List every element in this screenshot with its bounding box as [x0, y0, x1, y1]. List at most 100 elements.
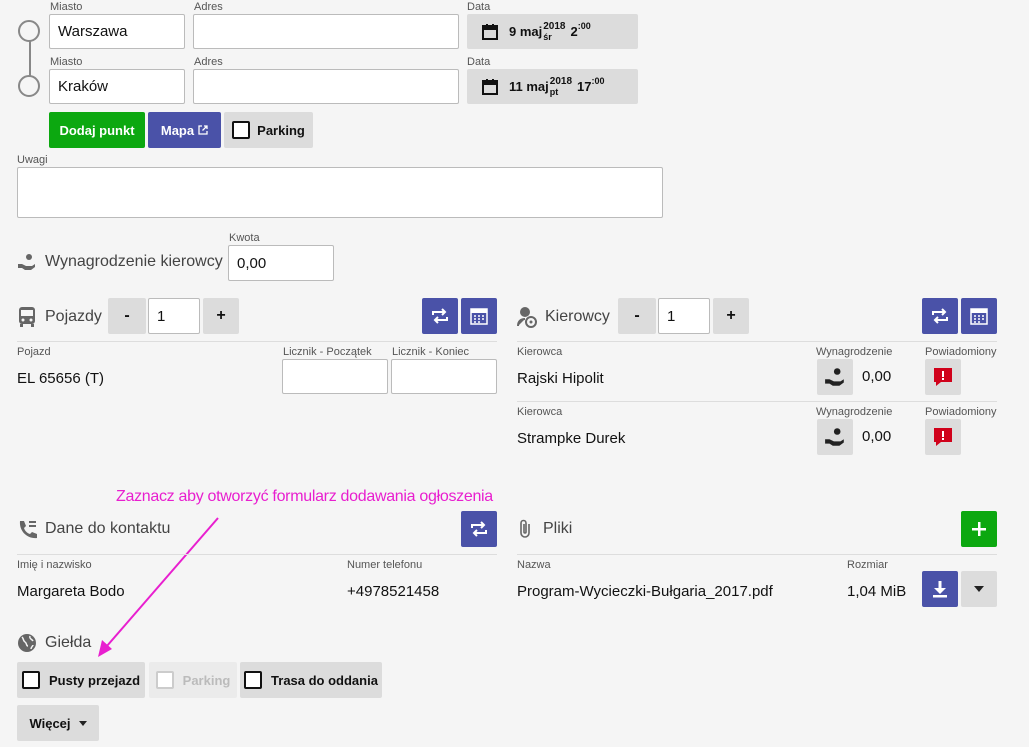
file-dropdown-button[interactable]	[961, 571, 997, 607]
exchange-parking-checkbox	[155, 671, 174, 689]
pay-column-header: Wynagrodzenie	[816, 346, 893, 358]
calendar-grid-icon	[470, 308, 488, 325]
name-column-header: Imię i nazwisko	[17, 559, 92, 571]
drivers-plus-button[interactable]: +	[713, 298, 749, 334]
contact-name: Margareta Bodo	[17, 583, 125, 600]
add-file-button[interactable]	[961, 511, 997, 547]
date-day: 9 maj	[509, 24, 543, 39]
swap-icon	[932, 308, 948, 324]
date-minutes: :00	[591, 75, 605, 86]
phone-column-header: Numer telefonu	[347, 559, 423, 571]
driver-name: Rajski Hipolit	[517, 370, 604, 387]
vehicles-count-input[interactable]: 1	[148, 298, 200, 334]
address-input[interactable]	[193, 69, 459, 104]
vehicle-column-header: Pojazd	[17, 346, 51, 358]
date-hour: 17	[577, 79, 592, 94]
address-input[interactable]	[193, 14, 459, 49]
calendar-icon	[482, 23, 498, 40]
return-route-toggle[interactable]: Trasa do oddania	[240, 662, 382, 698]
phone-list-icon	[19, 521, 37, 539]
route-point-marker	[18, 20, 40, 42]
date-day: 11 maj	[509, 79, 549, 94]
date-picker[interactable]: 11 maj 2018 pt 17:00	[467, 69, 638, 104]
route-timeline	[17, 18, 43, 102]
map-button[interactable]: Mapa	[148, 112, 221, 148]
date-picker[interactable]: 9 maj 2018 śr 2:00	[467, 14, 638, 49]
contact-phone: +4978521458	[347, 583, 440, 600]
map-label: Mapa	[160, 122, 195, 138]
file-name-header: Nazwa	[517, 559, 551, 571]
return-route-checkbox[interactable]	[244, 671, 263, 689]
empty-run-checkbox[interactable]	[21, 671, 40, 689]
caret-down-icon	[78, 720, 87, 726]
drivers-calendar-button[interactable]	[961, 298, 997, 334]
date-year: 2018	[549, 75, 573, 87]
vehicles-plus-button[interactable]: +	[203, 298, 239, 334]
driver-column-header: Kierowca	[517, 346, 563, 358]
files-label: Pliki	[543, 520, 573, 537]
vehicles-swap-button[interactable]	[422, 298, 458, 334]
files-title: Pliki	[517, 519, 572, 539]
drivers-minus-button[interactable]: -	[618, 298, 656, 334]
date-label: Data	[467, 1, 491, 13]
counter-end-header: Licznik - Koniec	[392, 346, 470, 358]
globe-icon	[18, 634, 36, 652]
driver-pay-button[interactable]	[817, 419, 853, 455]
notes-label: Uwagi	[17, 154, 48, 166]
date-weekday: śr	[543, 31, 552, 42]
hand-coin-icon	[825, 368, 844, 386]
contact-title: Dane do kontaktu	[17, 519, 170, 539]
contact-swap-button[interactable]	[461, 511, 497, 547]
file-size: 1,04 MiB	[847, 583, 907, 600]
parking-toggle[interactable]: Parking	[224, 112, 313, 148]
vehicles-calendar-button[interactable]	[461, 298, 497, 334]
notify-driver-button[interactable]	[925, 359, 961, 395]
city-input[interactable]: Warszawa	[49, 14, 185, 49]
parking-checkbox[interactable]	[232, 121, 251, 139]
exchange-parking-label: Parking	[182, 672, 231, 688]
driver-icon	[517, 307, 537, 328]
return-route-label: Trasa do oddania	[271, 672, 378, 688]
driver-pay-value: 0,00	[862, 368, 892, 385]
amount-input[interactable]: 0,00	[228, 245, 334, 281]
notes-textarea[interactable]	[17, 167, 663, 218]
more-dropdown-button[interactable]: Więcej	[17, 705, 99, 741]
paperclip-icon	[520, 519, 530, 538]
external-link-icon	[198, 125, 208, 135]
empty-run-label: Pusty przejazd	[48, 672, 141, 688]
hand-coin-icon	[825, 428, 844, 446]
empty-run-toggle[interactable]: Pusty przejazd	[17, 662, 145, 698]
counter-start-input[interactable]	[282, 359, 388, 394]
hand-coin-icon	[18, 254, 35, 270]
amount-label: Kwota	[229, 232, 260, 244]
city-label: Miasto	[50, 1, 83, 13]
exchange-parking-toggle: Parking	[149, 662, 237, 698]
caret-down-icon	[974, 586, 984, 592]
driver-pay-button[interactable]	[817, 359, 853, 395]
download-file-button[interactable]	[922, 571, 958, 607]
counter-end-input[interactable]	[391, 359, 497, 394]
contact-label: Dane do kontaktu	[45, 520, 171, 537]
driver-pay-label: Wynagrodzenie kierowcy	[45, 253, 223, 270]
notify-driver-button[interactable]	[925, 419, 961, 455]
exchange-label: Giełda	[45, 634, 92, 651]
drivers-swap-button[interactable]	[922, 298, 958, 334]
alert-message-icon	[934, 368, 952, 386]
address-label: Adres	[194, 56, 223, 68]
file-size-header: Rozmiar	[847, 559, 888, 571]
date-weekday: pt	[549, 86, 559, 97]
swap-icon	[471, 521, 487, 537]
counter-start-header: Licznik - Początek	[283, 346, 372, 358]
date-hour: 2	[570, 24, 578, 39]
drivers-count-input[interactable]: 1	[658, 298, 710, 334]
annotation-text: Zaznacz aby otworzyć formularz dodawania…	[116, 488, 493, 505]
add-point-button[interactable]: Dodaj punkt	[49, 112, 145, 148]
swap-icon	[432, 308, 448, 324]
city-label: Miasto	[50, 56, 83, 68]
city-input[interactable]: Kraków	[49, 69, 185, 104]
driver-pay-title: Wynagrodzenie kierowcy	[17, 252, 223, 272]
notified-column-header: Powiadomiony	[925, 346, 997, 358]
vehicles-title: Pojazdy	[17, 306, 102, 328]
date-label: Data	[467, 56, 491, 68]
vehicles-minus-button[interactable]: -	[108, 298, 146, 334]
